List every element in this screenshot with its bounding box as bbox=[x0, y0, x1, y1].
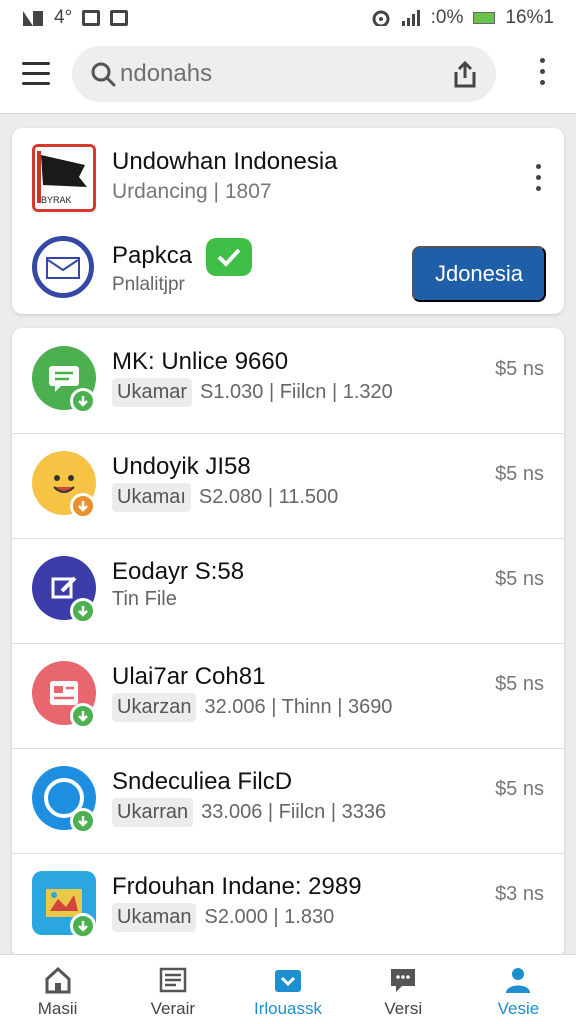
app-meta-text: S2.000 | 1.830 bbox=[204, 906, 335, 928]
search-icon bbox=[91, 62, 116, 87]
featured-second-subtitle: Pnlalitjpr bbox=[112, 274, 185, 295]
featured-subtitle: Urdancing | 1807 bbox=[112, 180, 272, 203]
app-list-item[interactable]: Frdouhan Indane: 2989 Ukaman S2.000 | 1.83… bbox=[12, 853, 564, 958]
download-badge-icon bbox=[70, 808, 96, 834]
app-meta-text: Tin File bbox=[112, 588, 177, 610]
more-options-icon[interactable] bbox=[538, 58, 546, 90]
download-badge-icon bbox=[70, 913, 96, 939]
app-name: Eodayr S:58 bbox=[112, 558, 245, 585]
notification-icon bbox=[82, 10, 101, 26]
bottom-nav: Masii Verair Irlouassk Versi Vesie bbox=[0, 954, 576, 1024]
app-meta: Ukamar S1.030 | Fiilcn | 1.320 bbox=[112, 378, 393, 407]
app-list-item[interactable]: Undoyik JI58 Ukamaı S2.080 | 11.500 $5 ns bbox=[12, 433, 564, 539]
search-box[interactable] bbox=[72, 46, 496, 102]
download-badge-icon bbox=[70, 493, 96, 519]
nav-item-download[interactable]: Irlouassk bbox=[230, 955, 345, 1024]
app-price: $5 ns bbox=[495, 568, 544, 590]
battery-text: 16%1 bbox=[505, 7, 554, 28]
svg-text:BYRAK: BYRAK bbox=[41, 195, 72, 205]
nav-label: Versi bbox=[384, 999, 423, 1018]
app-meta: Ukamaı S2.080 | 11.500 bbox=[112, 483, 338, 512]
search-input[interactable] bbox=[120, 60, 440, 88]
person-icon bbox=[506, 968, 531, 993]
signal-icon bbox=[23, 11, 43, 26]
app-meta-text: S2.080 | 11.500 bbox=[198, 486, 339, 508]
app-price: $5 ns bbox=[495, 673, 544, 695]
status-right: :0% 16%1 bbox=[371, 7, 554, 29]
download-badge-icon bbox=[70, 703, 96, 729]
app-meta: Ukarran 33.006 | Fiilcn | 3336 bbox=[112, 798, 386, 827]
app-meta-text: 32.006 | Thinn | 3690 bbox=[204, 696, 393, 718]
status-left: 4° bbox=[22, 7, 129, 29]
app-tag: Ukarzan bbox=[112, 693, 197, 722]
nav-label: Irlouassk bbox=[253, 999, 323, 1018]
home-icon bbox=[45, 966, 71, 994]
nav-item-profile[interactable]: Vesie bbox=[461, 955, 576, 1024]
nav-item-list[interactable]: Verair bbox=[115, 955, 230, 1024]
featured-title: Undowhan Indonesia bbox=[112, 148, 338, 175]
status-left-text: 4° bbox=[54, 7, 73, 28]
app-list-item[interactable]: Ulai7ar Coh81 Ukarzan 32.006 | Thinn | 369… bbox=[12, 643, 564, 749]
app-list-item[interactable]: Sndeculiea FilcD Ukarran 33.006 | Fiilcn |… bbox=[12, 748, 564, 854]
menu-icon[interactable] bbox=[22, 62, 50, 86]
message-icon bbox=[391, 969, 416, 992]
app-name: Frdouhan Indane: 2989 bbox=[112, 873, 362, 900]
app-name: Undoyik JI58 bbox=[112, 453, 251, 480]
app-meta: Ukarzan 32.006 | Thinn | 3690 bbox=[112, 693, 392, 722]
mail-logo-icon bbox=[32, 236, 94, 298]
app-name: MK: Unlice 9660 bbox=[112, 348, 289, 375]
app-tag: Ukarran bbox=[112, 798, 194, 827]
download-badge-icon bbox=[70, 598, 96, 624]
featured-more-icon[interactable] bbox=[534, 164, 542, 198]
battery-icon bbox=[473, 12, 496, 24]
list-icon bbox=[159, 967, 187, 993]
flag-logo-icon: BYRAK bbox=[32, 144, 96, 212]
app-tag: Ukaman bbox=[112, 903, 197, 932]
app-meta-text: S1.030 | Fiilcn | 1.320 bbox=[200, 381, 393, 403]
top-bar bbox=[0, 36, 576, 114]
status-right-text: :0% bbox=[430, 7, 464, 28]
app-meta: Ukaman S2.000 | 1.830 bbox=[112, 903, 334, 932]
app-list: MK: Unlice 9660 Ukamar S1.030 | Fiilcn | 1… bbox=[12, 328, 564, 958]
nav-label: Masii bbox=[37, 999, 78, 1018]
app-price: $5 ns bbox=[495, 463, 544, 485]
status-bar: 4° :0% 16%1 bbox=[0, 0, 576, 36]
wifi-icon bbox=[372, 10, 390, 26]
download-badge-icon bbox=[70, 388, 96, 414]
app-name: Sndeculiea FilcD bbox=[112, 768, 293, 795]
featured-second-title: Papkca bbox=[112, 242, 193, 269]
nav-label: Verair bbox=[150, 999, 196, 1018]
app-tag: Ukamaı bbox=[112, 483, 191, 512]
app-list-item[interactable]: MK: Unlice 9660 Ukamar S1.030 | Fiilcn | 1… bbox=[12, 328, 564, 434]
nav-label: Vesie bbox=[497, 999, 540, 1018]
cell-signal-icon bbox=[401, 10, 420, 26]
install-button[interactable]: Jdonesia bbox=[412, 246, 546, 302]
app-meta-text: 33.006 | Fiilcn | 3336 bbox=[201, 801, 387, 823]
download-icon bbox=[275, 970, 301, 992]
share-icon[interactable] bbox=[452, 60, 478, 88]
app-price: $5 ns bbox=[495, 778, 544, 800]
app-price: $3 ns bbox=[495, 883, 544, 905]
verified-icon bbox=[206, 238, 252, 276]
app-list-item[interactable]: Eodayr S:58 Tin File $5 ns bbox=[12, 538, 564, 644]
nav-item-home[interactable]: Masii bbox=[0, 955, 115, 1024]
app-name: Ulai7ar Coh81 bbox=[112, 663, 266, 690]
app-meta: Tin File bbox=[112, 588, 177, 611]
featured-card[interactable]: BYRAK Undowhan Indonesia Urdancing | 180… bbox=[12, 128, 564, 314]
app-price: $5 ns bbox=[495, 358, 544, 380]
nav-item-messages[interactable]: Versi bbox=[346, 955, 461, 1024]
message-notification-icon bbox=[110, 10, 129, 26]
app-tag: Ukamar bbox=[112, 378, 193, 407]
